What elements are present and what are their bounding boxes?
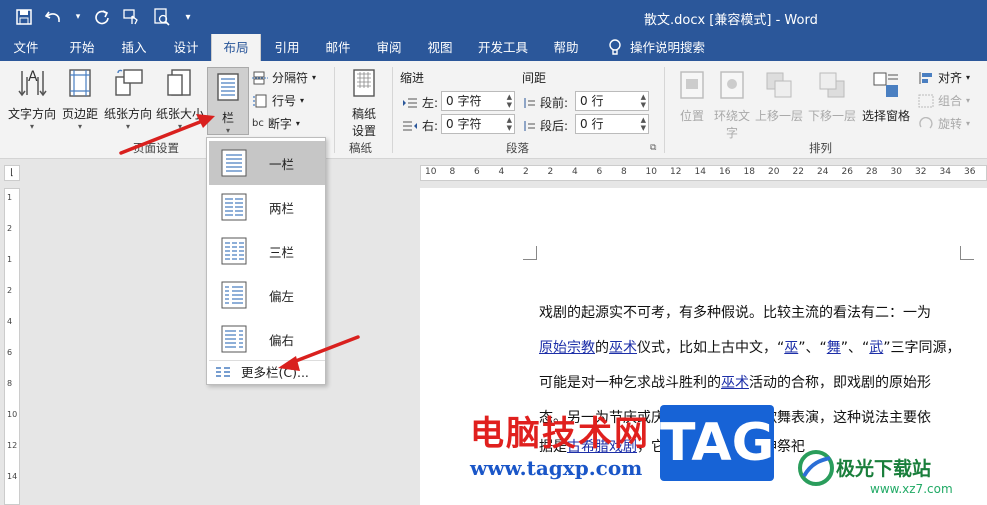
watermark-site-url: www.xz7.com	[870, 482, 953, 496]
site-logo-icon	[798, 450, 834, 486]
watermark-site-name: 极光下载站	[836, 458, 932, 480]
red-arrow-icon	[278, 335, 360, 371]
watermark-brand: 电脑技术网	[470, 414, 650, 454]
red-arrow-icon	[119, 114, 215, 155]
watermark-url: www.tagxp.com	[470, 456, 643, 480]
watermark-tag-logo: TAG	[660, 405, 774, 481]
